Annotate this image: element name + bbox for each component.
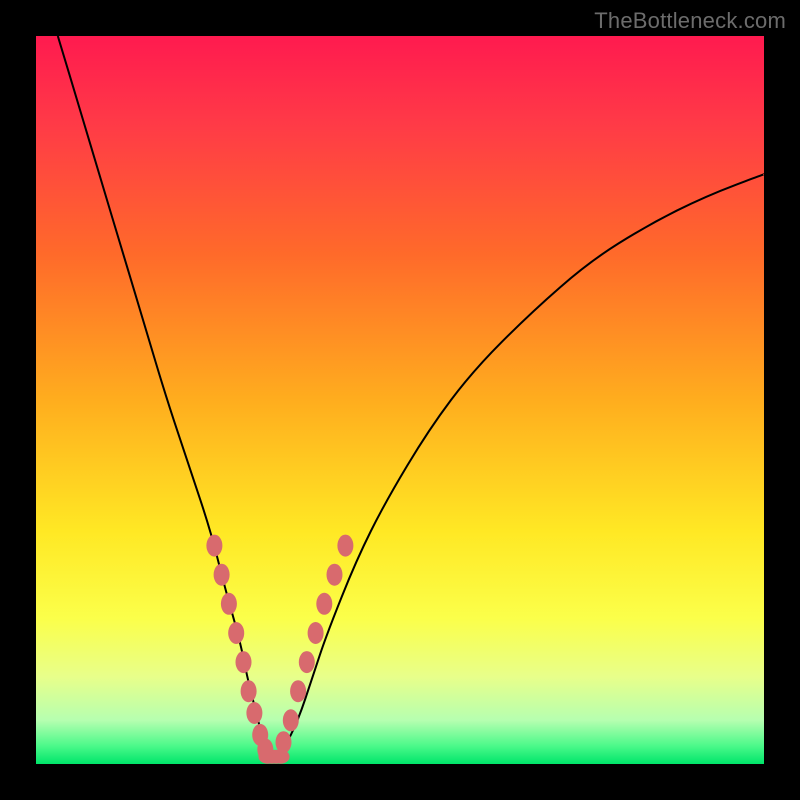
watermark-text: TheBottleneck.com — [594, 8, 786, 34]
data-dot — [241, 680, 257, 702]
data-dot — [308, 622, 324, 644]
data-dot — [299, 651, 315, 673]
data-dot — [221, 593, 237, 615]
data-dot — [290, 680, 306, 702]
data-dot — [214, 564, 230, 586]
data-dot — [316, 593, 332, 615]
plot-svg — [36, 36, 764, 764]
data-dot — [327, 564, 343, 586]
chart-frame: TheBottleneck.com — [0, 0, 800, 800]
data-dot — [283, 709, 299, 731]
data-dot — [246, 702, 262, 724]
data-dot — [206, 535, 222, 557]
data-dot — [272, 750, 290, 764]
data-dot — [337, 535, 353, 557]
data-dot — [228, 622, 244, 644]
data-dot — [236, 651, 252, 673]
dot-cluster-trough — [259, 750, 290, 764]
plot-area — [36, 36, 764, 764]
gradient-background — [36, 36, 764, 764]
